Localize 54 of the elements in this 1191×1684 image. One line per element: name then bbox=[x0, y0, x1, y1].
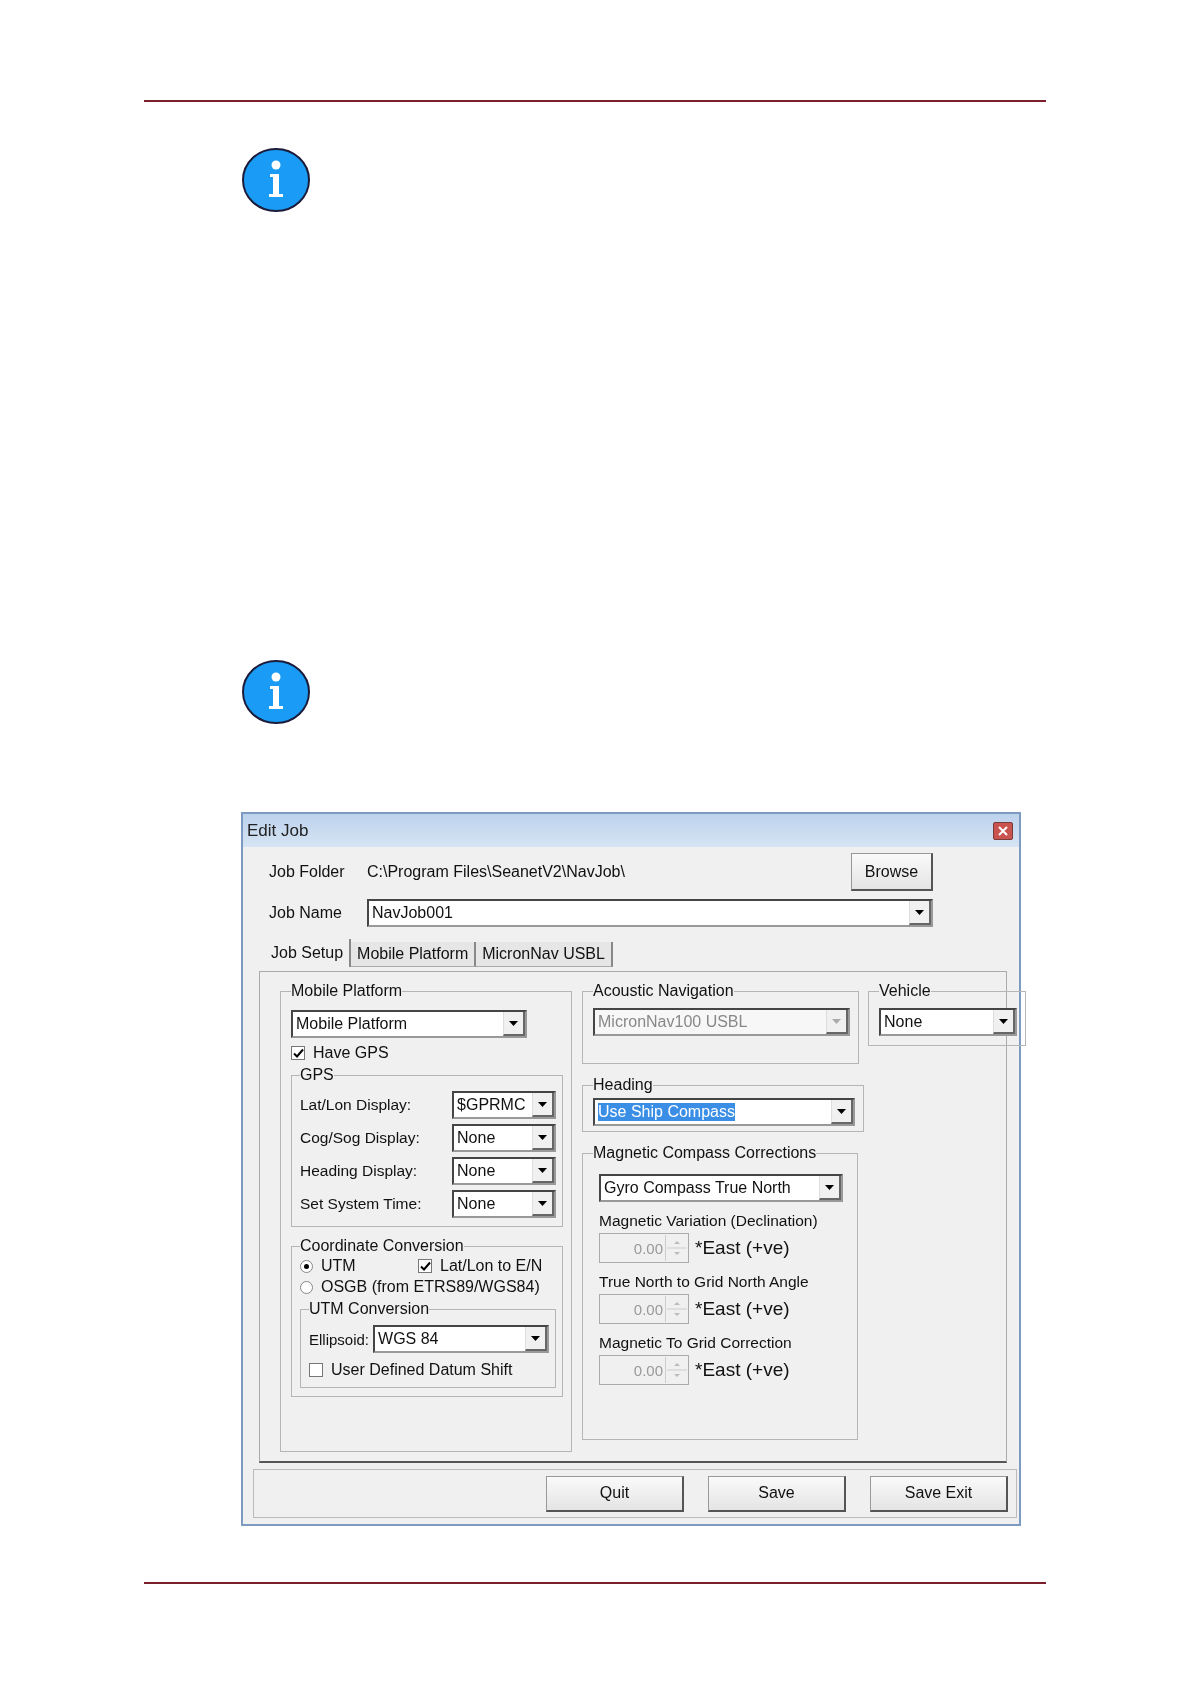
folder-path: C:\Program Files\SeanetV2\NavJob\ bbox=[367, 863, 626, 881]
dialog-button[interactable]: Save Exit bbox=[870, 1475, 1008, 1512]
radio-button[interactable] bbox=[300, 1280, 313, 1294]
field-label: Lat/Lon Display: bbox=[300, 1096, 412, 1114]
dialog-button[interactable]: Save bbox=[708, 1475, 846, 1512]
checkbox-label: User Defined Datum Shift bbox=[331, 1361, 513, 1379]
dropdown-field[interactable]: $GPRMC bbox=[452, 1091, 557, 1119]
field-label: True North to Grid North Angle bbox=[599, 1273, 809, 1290]
dropdown-field[interactable]: None bbox=[879, 1008, 1018, 1036]
unit-label: *East (+ve) bbox=[695, 1359, 790, 1381]
field-label: Job Folder bbox=[269, 863, 346, 881]
field-label: Set System Time: bbox=[300, 1195, 422, 1213]
window-title: Edit Job bbox=[247, 820, 309, 841]
dialog-button[interactable]: Quit bbox=[546, 1475, 684, 1512]
unit-label: *East (+ve) bbox=[695, 1298, 790, 1320]
group-title: GPS bbox=[300, 1066, 334, 1084]
field-label: Cog/Sog Display: bbox=[300, 1129, 420, 1147]
info-icon bbox=[242, 660, 310, 724]
field-label: Heading Display: bbox=[300, 1162, 418, 1180]
group-title: Mobile Platform bbox=[291, 982, 403, 1000]
tab[interactable]: MicronNav USBL bbox=[476, 942, 613, 967]
browse-button[interactable]: Browse bbox=[851, 853, 933, 891]
info-icon bbox=[242, 148, 310, 212]
dropdown-field[interactable]: None bbox=[452, 1190, 557, 1218]
field-label: Magnetic Variation (Declination) bbox=[599, 1212, 818, 1229]
group-title: Coordinate Conversion bbox=[300, 1237, 464, 1255]
checkmark-icon bbox=[419, 1260, 431, 1272]
dropdown-field[interactable]: None bbox=[452, 1124, 557, 1152]
tab[interactable]: Mobile Platform bbox=[351, 942, 477, 967]
radio-label: UTM bbox=[321, 1257, 356, 1275]
checkmark-icon bbox=[292, 1047, 304, 1059]
close-button[interactable] bbox=[993, 821, 1013, 840]
checkbox[interactable] bbox=[291, 1046, 305, 1060]
dropdown-field[interactable]: WGS 84 bbox=[373, 1325, 550, 1353]
group-title: Magnetic Compass Corrections bbox=[593, 1144, 817, 1162]
field-label: Job Name bbox=[269, 904, 343, 922]
checkbox[interactable] bbox=[309, 1363, 323, 1377]
dropdown-field[interactable]: NavJob001 bbox=[367, 899, 933, 927]
group-title: Vehicle bbox=[879, 982, 931, 1000]
dropdown-field[interactable]: Mobile Platform bbox=[291, 1010, 527, 1038]
checkbox-label: Lat/Lon to E/N bbox=[440, 1257, 543, 1275]
dropdown-field[interactable]: Gyro Compass True North bbox=[599, 1174, 844, 1202]
group-title: Acoustic Navigation bbox=[593, 982, 734, 1000]
field-label: Ellipsoid: bbox=[309, 1330, 370, 1348]
group-title: Heading bbox=[593, 1076, 653, 1094]
unit-label: *East (+ve) bbox=[695, 1237, 790, 1259]
dropdown-field[interactable]: None bbox=[452, 1157, 557, 1185]
checkbox-label: Have GPS bbox=[313, 1044, 389, 1062]
radio-button[interactable] bbox=[300, 1259, 313, 1273]
close-icon[interactable] bbox=[998, 825, 1008, 836]
group-title: UTM Conversion bbox=[309, 1300, 430, 1318]
radio-label: OSGB (from ETRS89/WGS84) bbox=[321, 1278, 540, 1296]
checkbox[interactable] bbox=[418, 1259, 432, 1273]
field-label: Magnetic To Grid Correction bbox=[599, 1334, 792, 1351]
